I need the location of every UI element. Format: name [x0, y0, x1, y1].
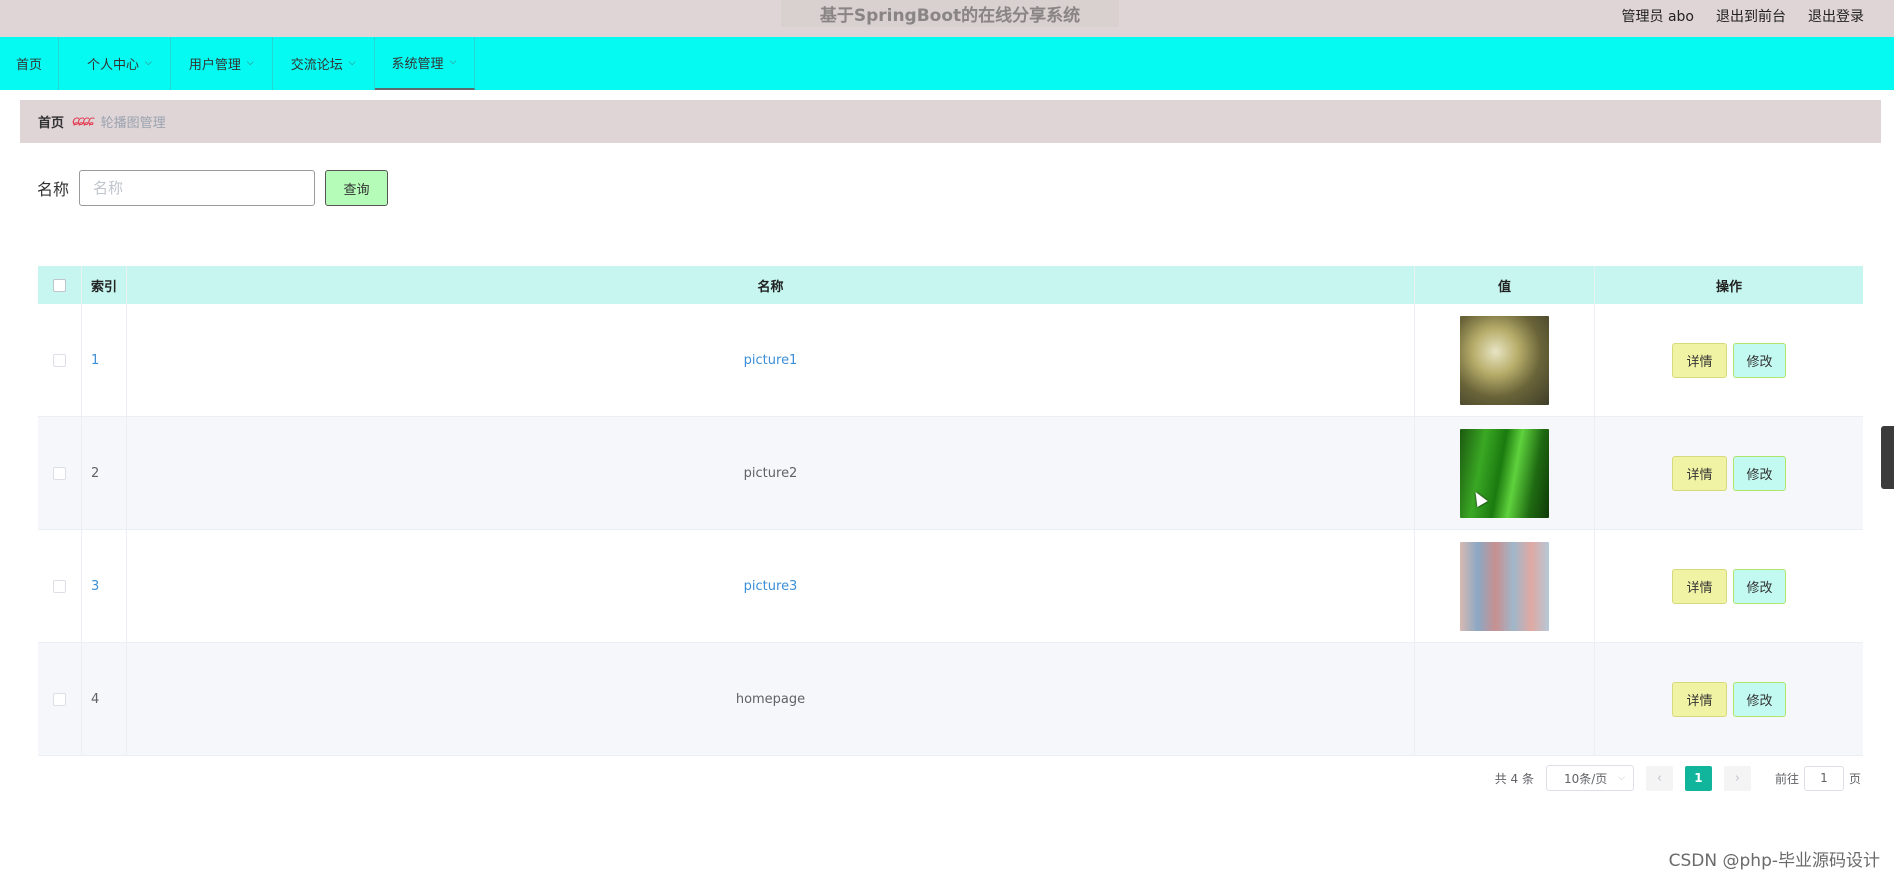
row-checkbox-cell: [38, 304, 82, 416]
nav-label: 系统管理: [391, 57, 444, 72]
carousel-image-thumbnail[interactable]: [1460, 541, 1549, 631]
data-table: 索引 名称 值 操作 1 picture1 详情 修改 2 picture2 详…: [38, 266, 1863, 756]
table-row: 3 picture3 详情 修改: [38, 530, 1863, 643]
nav-item-home[interactable]: 首页: [0, 37, 60, 90]
pagination: 共 4 条 10条/页 ⌵ ‹ 1 › 前往 1 页: [1495, 765, 1861, 791]
breadcrumb-current: 轮播图管理: [100, 116, 166, 131]
edit-button[interactable]: 修改: [1733, 455, 1786, 491]
row-index: 2: [82, 417, 127, 529]
detail-button[interactable]: 详情: [1672, 681, 1727, 717]
nav-label: 首页: [16, 58, 43, 73]
page-goto: 前往 1 页: [1774, 765, 1861, 791]
search-input[interactable]: [79, 170, 316, 206]
row-checkbox[interactable]: [53, 579, 66, 593]
row-actions: 详情 修改: [1595, 530, 1863, 642]
detail-button[interactable]: 详情: [1672, 568, 1727, 604]
chevron-down-icon: ⌵: [348, 57, 356, 68]
nav-item-forum[interactable]: 交流论坛 ⌵: [273, 37, 375, 90]
page-number-current[interactable]: 1: [1684, 765, 1712, 791]
search-button[interactable]: 查询: [325, 170, 389, 206]
select-all-checkbox[interactable]: [53, 278, 66, 292]
chevron-left-icon: ‹: [1656, 770, 1663, 786]
top-bar: 基于SpringBoot的在线分享系统 管理员 abo 退出到前台 退出登录: [0, 0, 1894, 37]
logout-link[interactable]: 退出登录: [1808, 6, 1864, 26]
row-checkbox[interactable]: [53, 466, 66, 480]
row-index: 1: [82, 304, 127, 416]
table-header: 索引 名称 值 操作: [38, 266, 1863, 304]
nav-label: 用户管理: [188, 58, 241, 73]
column-header-name: 名称: [127, 266, 1415, 304]
breadcrumb: 首页 ɕɕɕɕ 轮播图管理: [20, 100, 1881, 143]
table-row: 1 picture1 详情 修改: [38, 304, 1863, 417]
table-row: 4 homepage 详情 修改: [38, 643, 1863, 756]
nav-label: 交流论坛: [290, 58, 343, 73]
page-size-value: 10条/页: [1563, 771, 1608, 786]
search-form: 名称 查询: [37, 170, 389, 206]
column-header-value: 值: [1415, 266, 1595, 304]
row-checkbox[interactable]: [53, 353, 66, 367]
nav-item-profile[interactable]: 个人中心 ⌵: [59, 37, 171, 90]
breadcrumb-home[interactable]: 首页: [38, 112, 64, 131]
row-value-cell: [1415, 304, 1595, 416]
next-page-button[interactable]: ›: [1723, 765, 1751, 791]
nav-item-users[interactable]: 用户管理 ⌵: [171, 37, 273, 90]
app-title-box: 基于SpringBoot的在线分享系统: [781, 0, 1119, 27]
row-name: picture1: [127, 304, 1415, 416]
chevron-down-icon: ⌵: [145, 57, 152, 68]
goto-prefix: 前往: [1774, 771, 1799, 786]
watermark: CSDN @php-毕业源码设计: [1668, 851, 1880, 871]
row-index: 4: [82, 643, 127, 755]
row-name: picture2: [127, 417, 1415, 529]
row-value-cell: [1415, 643, 1595, 755]
row-actions: 详情 修改: [1595, 643, 1863, 755]
chevron-down-icon: ⌵: [246, 57, 254, 68]
row-checkbox-cell: [38, 643, 82, 755]
page-size-select[interactable]: 10条/页 ⌵: [1545, 765, 1634, 791]
edit-button[interactable]: 修改: [1733, 342, 1786, 378]
row-name: homepage: [127, 643, 1415, 755]
row-checkbox-cell: [38, 417, 82, 529]
column-header-actions: 操作: [1715, 279, 1742, 295]
row-checkbox[interactable]: [53, 692, 66, 706]
detail-button[interactable]: 详情: [1672, 455, 1727, 491]
nav-label: 个人中心: [87, 58, 140, 73]
edit-button[interactable]: 修改: [1733, 568, 1786, 604]
detail-button[interactable]: 详情: [1672, 342, 1727, 378]
chevron-right-icon: ›: [1734, 770, 1741, 786]
main-nav: 首页 个人中心 ⌵ 用户管理 ⌵ 交流论坛 ⌵ 系统管理 ⌵: [0, 37, 1894, 90]
user-label: 管理员 abo: [1621, 9, 1694, 25]
select-all-checkbox-cell: [38, 266, 82, 304]
user-actions: 管理员 abo 退出到前台 退出登录: [1622, 6, 1864, 26]
row-value-cell: [1415, 530, 1595, 642]
table-row: 2 picture2 详情 修改: [38, 417, 1863, 530]
carousel-image-thumbnail[interactable]: [1460, 315, 1549, 405]
pagination-total: 共 4 条: [1494, 771, 1534, 786]
app-title: 基于SpringBoot的在线分享系统: [819, 6, 1081, 26]
prev-page-button[interactable]: ‹: [1645, 765, 1673, 791]
row-actions: 详情 修改: [1595, 304, 1863, 416]
edit-button[interactable]: 修改: [1733, 681, 1786, 717]
column-header-index: 索引: [82, 266, 127, 304]
nav-item-system[interactable]: 系统管理 ⌵: [374, 37, 476, 90]
row-index: 3: [82, 530, 127, 642]
breadcrumb-separator-icon: ɕɕɕɕ: [72, 114, 95, 129]
row-name: picture3: [127, 530, 1415, 642]
chevron-down-icon: ⌵: [1618, 773, 1625, 783]
row-checkbox-cell: [38, 530, 82, 642]
side-drawer-handle[interactable]: [1881, 426, 1894, 489]
search-label: 名称: [37, 180, 70, 199]
main-content: 名称 查询 索引 名称 值 操作 1 picture1 详情 修改 2: [20, 153, 1881, 811]
goto-suffix: 页: [1848, 771, 1861, 786]
chevron-down-icon: ⌵: [449, 56, 457, 67]
row-value-cell: [1415, 417, 1595, 529]
to-front-link[interactable]: 退出到前台: [1716, 6, 1786, 26]
carousel-image-thumbnail[interactable]: [1460, 428, 1549, 518]
goto-page-input[interactable]: 1: [1803, 765, 1844, 791]
row-actions: 详情 修改: [1595, 417, 1863, 529]
